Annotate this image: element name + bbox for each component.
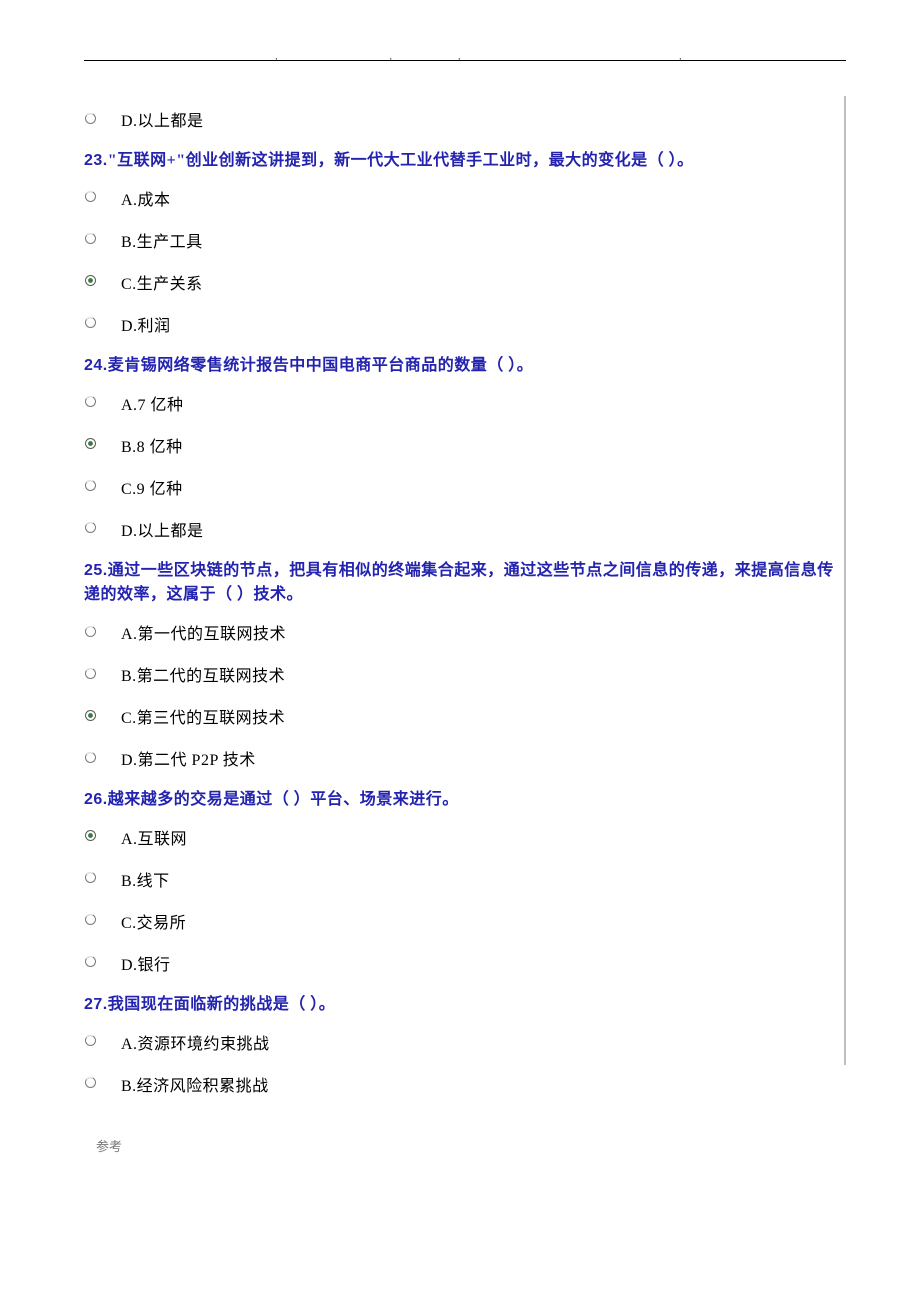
option-row: A.7 亿种 bbox=[84, 391, 846, 415]
option-label: D.第二代 P2P 技术 bbox=[121, 746, 256, 770]
option-label: C.交易所 bbox=[121, 909, 186, 933]
option-label: A.互联网 bbox=[121, 825, 187, 849]
dot: · bbox=[678, 51, 682, 65]
option-label: C.生产关系 bbox=[121, 270, 203, 294]
page: · · · · D.以上都是 23."互联网+"创业创新这讲提到，新一代大工业代… bbox=[0, 0, 920, 1185]
option-label: D.以上都是 bbox=[121, 107, 204, 131]
radio-unchecked-icon[interactable] bbox=[84, 751, 97, 764]
radio-unchecked-icon[interactable] bbox=[84, 625, 97, 638]
option-row: D.利润 bbox=[84, 312, 846, 336]
radio-checked-icon[interactable] bbox=[84, 437, 97, 450]
radio-checked-icon[interactable] bbox=[84, 274, 97, 287]
option-row: B.经济风险积累挑战 bbox=[84, 1072, 846, 1096]
question-text: 25.通过一些区块链的节点，把具有相似的终端集合起来，通过这些节点之间信息的传递… bbox=[84, 559, 846, 609]
radio-unchecked-icon[interactable] bbox=[84, 1034, 97, 1047]
option-row: B.生产工具 bbox=[84, 228, 846, 252]
option-label: A.资源环境约束挑战 bbox=[121, 1030, 270, 1054]
radio-unchecked-icon[interactable] bbox=[84, 190, 97, 203]
radio-unchecked-icon[interactable] bbox=[84, 1076, 97, 1089]
option-label: B.第二代的互联网技术 bbox=[121, 662, 285, 686]
option-row: C.交易所 bbox=[84, 909, 846, 933]
option-label: D.利润 bbox=[121, 312, 171, 336]
option-label: A.第一代的互联网技术 bbox=[121, 620, 286, 644]
option-row: D.以上都是 bbox=[84, 517, 846, 541]
option-label: B.生产工具 bbox=[121, 228, 203, 252]
option-row: C.第三代的互联网技术 bbox=[84, 704, 846, 728]
option-label: C.9 亿种 bbox=[121, 475, 183, 499]
option-row: A.第一代的互联网技术 bbox=[84, 620, 846, 644]
option-label: B.线下 bbox=[121, 867, 170, 891]
option-row: A.互联网 bbox=[84, 825, 846, 849]
option-row: C.9 亿种 bbox=[84, 475, 846, 499]
dot: · bbox=[457, 51, 461, 65]
option-label: D.以上都是 bbox=[121, 517, 204, 541]
dot: · bbox=[275, 51, 279, 65]
option-row: B.8 亿种 bbox=[84, 433, 846, 457]
option-row: D.第二代 P2P 技术 bbox=[84, 746, 846, 770]
radio-unchecked-icon[interactable] bbox=[84, 521, 97, 534]
radio-unchecked-icon[interactable] bbox=[84, 913, 97, 926]
question-text: 24.麦肯锡网络零售统计报告中中国电商平台商品的数量（ ）。 bbox=[84, 354, 846, 379]
content-area: D.以上都是 23."互联网+"创业创新这讲提到，新一代大工业代替手工业时，最大… bbox=[84, 69, 846, 1096]
radio-unchecked-icon[interactable] bbox=[84, 232, 97, 245]
option-label: A.7 亿种 bbox=[121, 391, 184, 415]
option-row: A.资源环境约束挑战 bbox=[84, 1030, 846, 1054]
option-row: C.生产关系 bbox=[84, 270, 846, 294]
question-text: 23."互联网+"创业创新这讲提到，新一代大工业代替手工业时，最大的变化是（ ）… bbox=[84, 149, 846, 174]
scrollbar-track[interactable] bbox=[844, 96, 846, 1065]
option-label: D.银行 bbox=[121, 951, 171, 975]
option-label: B.8 亿种 bbox=[121, 433, 183, 457]
option-row: B.第二代的互联网技术 bbox=[84, 662, 846, 686]
option-row: D.银行 bbox=[84, 951, 846, 975]
radio-checked-icon[interactable] bbox=[84, 829, 97, 842]
radio-unchecked-icon[interactable] bbox=[84, 667, 97, 680]
radio-unchecked-icon[interactable] bbox=[84, 871, 97, 884]
option-row: A.成本 bbox=[84, 186, 846, 210]
radio-unchecked-icon[interactable] bbox=[84, 112, 97, 125]
footer-text: 参考 bbox=[84, 1136, 846, 1155]
option-label: A.成本 bbox=[121, 186, 171, 210]
radio-checked-icon[interactable] bbox=[84, 709, 97, 722]
radio-unchecked-icon[interactable] bbox=[84, 955, 97, 968]
option-row: D.以上都是 bbox=[84, 107, 846, 131]
question-text: 27.我国现在面临新的挑战是（ ）。 bbox=[84, 993, 846, 1018]
option-label: C.第三代的互联网技术 bbox=[121, 704, 285, 728]
radio-unchecked-icon[interactable] bbox=[84, 479, 97, 492]
radio-unchecked-icon[interactable] bbox=[84, 395, 97, 408]
option-label: B.经济风险积累挑战 bbox=[121, 1072, 269, 1096]
option-row: B.线下 bbox=[84, 867, 846, 891]
radio-unchecked-icon[interactable] bbox=[84, 316, 97, 329]
dot: · bbox=[389, 51, 393, 65]
question-text: 26.越来越多的交易是通过（ ）平台、场景来进行。 bbox=[84, 788, 846, 813]
header-rule: · · · · bbox=[84, 60, 846, 61]
